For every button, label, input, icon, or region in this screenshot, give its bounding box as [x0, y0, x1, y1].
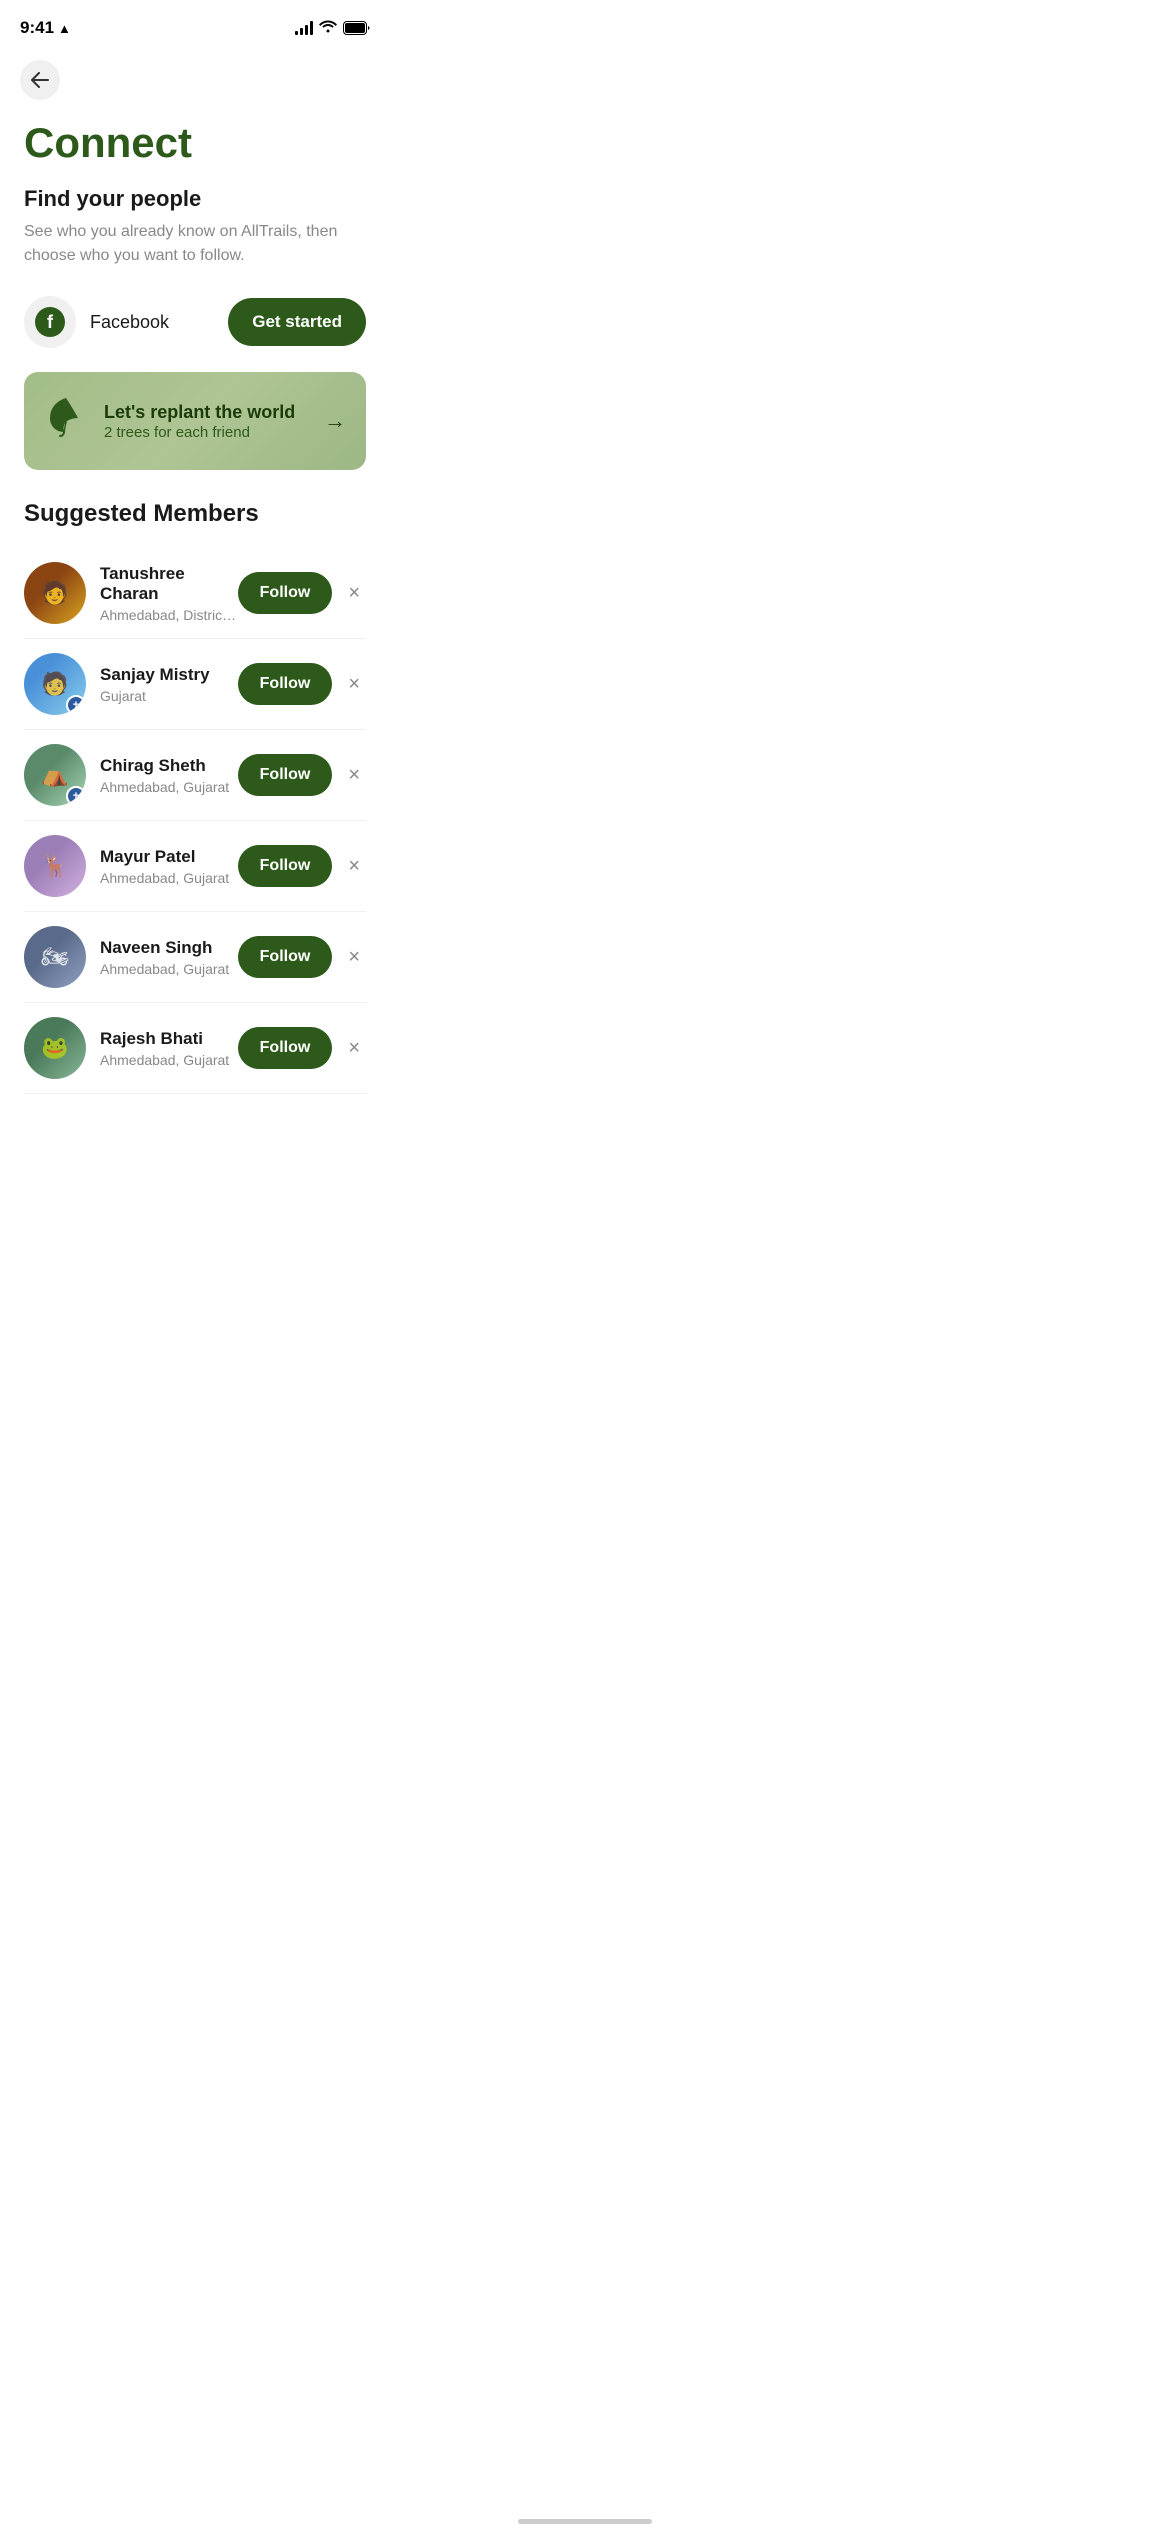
member-info: Rajesh Bhati Ahmedabad, Gujarat	[100, 1029, 238, 1068]
member-avatar: 🏍	[24, 926, 86, 988]
follow-button[interactable]: Follow	[238, 572, 333, 614]
member-location: Ahmedabad, Gujarat	[100, 961, 238, 977]
follow-button[interactable]: Follow	[238, 663, 333, 705]
banner-text: Let's replant the world 2 trees for each…	[104, 401, 295, 441]
get-started-button[interactable]: Get started	[228, 298, 366, 346]
member-name: Chirag Sheth	[100, 756, 238, 776]
banner-subtitle: 2 trees for each friend	[104, 424, 295, 441]
member-badge: +	[66, 786, 86, 806]
page-title: Connect	[24, 120, 366, 166]
dismiss-button[interactable]: ×	[342, 759, 366, 791]
member-info: Chirag Sheth Ahmedabad, Gujarat	[100, 756, 238, 795]
avatar-image: 🐸	[24, 1017, 86, 1079]
signal-icon	[295, 21, 313, 35]
member-location: Gujarat	[100, 688, 238, 704]
dismiss-button[interactable]: ×	[342, 668, 366, 700]
member-badge: +	[66, 695, 86, 715]
member-name: Mayur Patel	[100, 847, 238, 867]
member-location: Ahmedabad, Gujarat	[100, 870, 238, 886]
main-content: Connect Find your people See who you alr…	[0, 110, 390, 1134]
members-list: 🧑 Tanushree Charan Ahmedabad, District o…	[24, 548, 366, 1094]
replant-banner[interactable]: Let's replant the world 2 trees for each…	[24, 372, 366, 470]
avatar-image: 🦌	[24, 835, 86, 897]
description: See who you already know on AllTrails, t…	[24, 220, 366, 268]
member-actions: Follow ×	[238, 572, 366, 614]
nav-back	[0, 50, 390, 110]
member-name: Sanjay Mistry	[100, 665, 238, 685]
member-name: Naveen Singh	[100, 938, 238, 958]
avatar-image: 🏍	[24, 926, 86, 988]
member-item: 🧑 Tanushree Charan Ahmedabad, District o…	[24, 548, 366, 639]
member-location: Ahmedabad, District of Colu…	[100, 607, 238, 623]
banner-arrow-icon: →	[324, 408, 346, 434]
wifi-icon	[319, 19, 337, 38]
facebook-label: Facebook	[90, 312, 169, 333]
member-info: Sanjay Mistry Gujarat	[100, 665, 238, 704]
follow-button[interactable]: Follow	[238, 754, 333, 796]
home-indicator	[518, 2519, 652, 2524]
facebook-icon-wrap: f	[24, 296, 76, 348]
member-actions: Follow ×	[238, 936, 366, 978]
follow-button[interactable]: Follow	[238, 845, 333, 887]
member-avatar: 🧑	[24, 562, 86, 624]
member-item: 🐸 Rajesh Bhati Ahmedabad, Gujarat Follow…	[24, 1003, 366, 1094]
member-avatar: 🦌	[24, 835, 86, 897]
back-button[interactable]	[20, 60, 60, 100]
member-info: Tanushree Charan Ahmedabad, District of …	[100, 564, 238, 623]
member-location: Ahmedabad, Gujarat	[100, 779, 238, 795]
member-item: 🧑 + Sanjay Mistry Gujarat Follow ×	[24, 639, 366, 730]
member-avatar: 🐸	[24, 1017, 86, 1079]
battery-icon	[343, 21, 370, 35]
dismiss-button[interactable]: ×	[342, 1032, 366, 1064]
follow-button[interactable]: Follow	[238, 1027, 333, 1069]
member-item: 🏍 Naveen Singh Ahmedabad, Gujarat Follow…	[24, 912, 366, 1003]
facebook-info: f Facebook	[24, 296, 169, 348]
status-icons	[295, 19, 370, 38]
facebook-icon: f	[35, 307, 65, 337]
dismiss-button[interactable]: ×	[342, 577, 366, 609]
dismiss-button[interactable]: ×	[342, 850, 366, 882]
member-info: Mayur Patel Ahmedabad, Gujarat	[100, 847, 238, 886]
location-arrow-icon: ▲	[58, 21, 71, 36]
member-info: Naveen Singh Ahmedabad, Gujarat	[100, 938, 238, 977]
member-actions: Follow ×	[238, 1027, 366, 1069]
member-item: 🦌 Mayur Patel Ahmedabad, Gujarat Follow …	[24, 821, 366, 912]
member-avatar: 🧑 +	[24, 653, 86, 715]
member-item: ⛺ + Chirag Sheth Ahmedabad, Gujarat Foll…	[24, 730, 366, 821]
suggested-members-title: Suggested Members	[24, 500, 366, 528]
subtitle: Find your people	[24, 186, 366, 212]
follow-button[interactable]: Follow	[238, 936, 333, 978]
avatar-image: 🧑	[24, 562, 86, 624]
member-location: Ahmedabad, Gujarat	[100, 1052, 238, 1068]
member-name: Rajesh Bhati	[100, 1029, 238, 1049]
status-bar: 9:41 ▲	[0, 0, 390, 50]
member-avatar: ⛺ +	[24, 744, 86, 806]
facebook-card: f Facebook Get started	[24, 296, 366, 348]
member-actions: Follow ×	[238, 845, 366, 887]
member-actions: Follow ×	[238, 663, 366, 705]
banner-title: Let's replant the world	[104, 401, 295, 424]
status-time: 9:41 ▲	[20, 18, 71, 38]
banner-content: Let's replant the world 2 trees for each…	[44, 394, 295, 448]
member-actions: Follow ×	[238, 754, 366, 796]
leaf-icon	[44, 394, 88, 448]
member-name: Tanushree Charan	[100, 564, 238, 604]
dismiss-button[interactable]: ×	[342, 941, 366, 973]
